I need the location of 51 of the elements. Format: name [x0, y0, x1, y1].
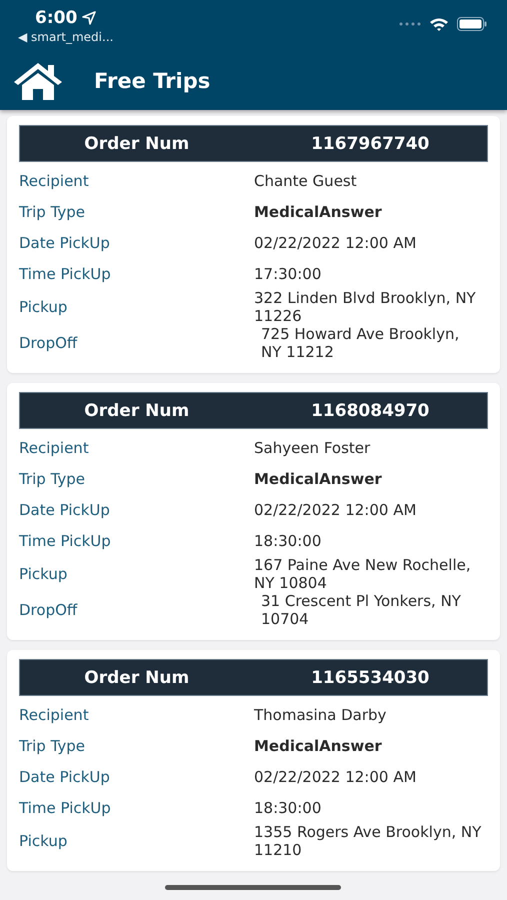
field-value: Sahyeen Foster [254, 438, 372, 456]
field-value: 02/22/2022 12:00 AM [254, 500, 418, 518]
field-value: 725 Howard Ave Brooklyn, NY 11212 [260, 325, 460, 361]
signal-dots-icon [399, 22, 421, 26]
field-label: Pickup [19, 832, 68, 850]
field-label: Recipient [19, 172, 90, 190]
wifi-icon [429, 16, 449, 32]
field-label: Recipient [19, 706, 90, 724]
trip-card[interactable] [7, 116, 500, 373]
trip-card[interactable] [7, 383, 500, 640]
trip-card[interactable]: Order Num 1165534030 Recipient Thomasina Darby Trip Type MedicalAnswer Date PickUp 02/22/2022 12:00 AM Time PickUp 18:30:00 Pickup 1355 Rogers Ave Brooklyn, NY 11210 [7, 650, 500, 871]
field-label: Time PickUp [19, 532, 112, 550]
order-num-label: Order Num [84, 400, 190, 420]
field-label: Recipient [19, 438, 90, 456]
field-label: Date PickUp [19, 234, 111, 252]
field-value: MedicalAnswer [254, 202, 383, 220]
field-label: DropOff [19, 334, 78, 352]
field-label: Pickup [19, 565, 68, 583]
field-label: Trip Type [19, 202, 86, 220]
field-value: MedicalAnswer [254, 736, 383, 754]
field-value: 18:30:00 [254, 532, 322, 550]
order-num-label: Order Num [84, 668, 190, 688]
field-value: 17:30:00 [254, 264, 322, 282]
order-number: 1167967740 [311, 134, 430, 154]
field-value: 18:30:00 [254, 798, 322, 816]
status-time: 6:00 [35, 8, 78, 28]
field-value: 322 Linden Blvd Brooklyn, NY 11226 [254, 289, 477, 325]
field-label: DropOff [19, 601, 78, 619]
field-label: Date PickUp [19, 768, 111, 786]
field-value: 167 Paine Ave New Rochelle, NY 10804 [254, 556, 472, 592]
field-value: 31 Crescent Pl Yonkers, NY 10704 [260, 592, 462, 628]
field-label: Trip Type [19, 470, 86, 488]
page-title: Free Trips [94, 69, 210, 93]
field-label: Trip Type [19, 736, 86, 754]
field-value: 1355 Rogers Ave Brooklyn, NY 11210 [254, 823, 482, 859]
home-icon[interactable] [12, 61, 64, 101]
battery-icon [457, 17, 487, 31]
field-value: 02/22/2022 12:00 AM [254, 234, 418, 252]
field-label: Pickup [19, 298, 68, 316]
field-value: MedicalAnswer [254, 470, 383, 488]
field-label: Time PickUp [19, 264, 112, 282]
back-to-app-link[interactable]: ◀ smart_medi... [18, 30, 114, 44]
field-label: Time PickUp [19, 798, 112, 816]
field-label: Date PickUp [19, 500, 111, 518]
order-number: 1165534030 [311, 668, 430, 688]
order-number: 1168084970 [311, 400, 430, 420]
order-num-label: Order Num [84, 134, 190, 154]
field-value: Chante Guest [254, 172, 358, 190]
field-value: Thomasina Darby [254, 706, 388, 724]
location-arrow-icon [82, 11, 96, 25]
field-value: 02/22/2022 12:00 AM [254, 768, 418, 786]
